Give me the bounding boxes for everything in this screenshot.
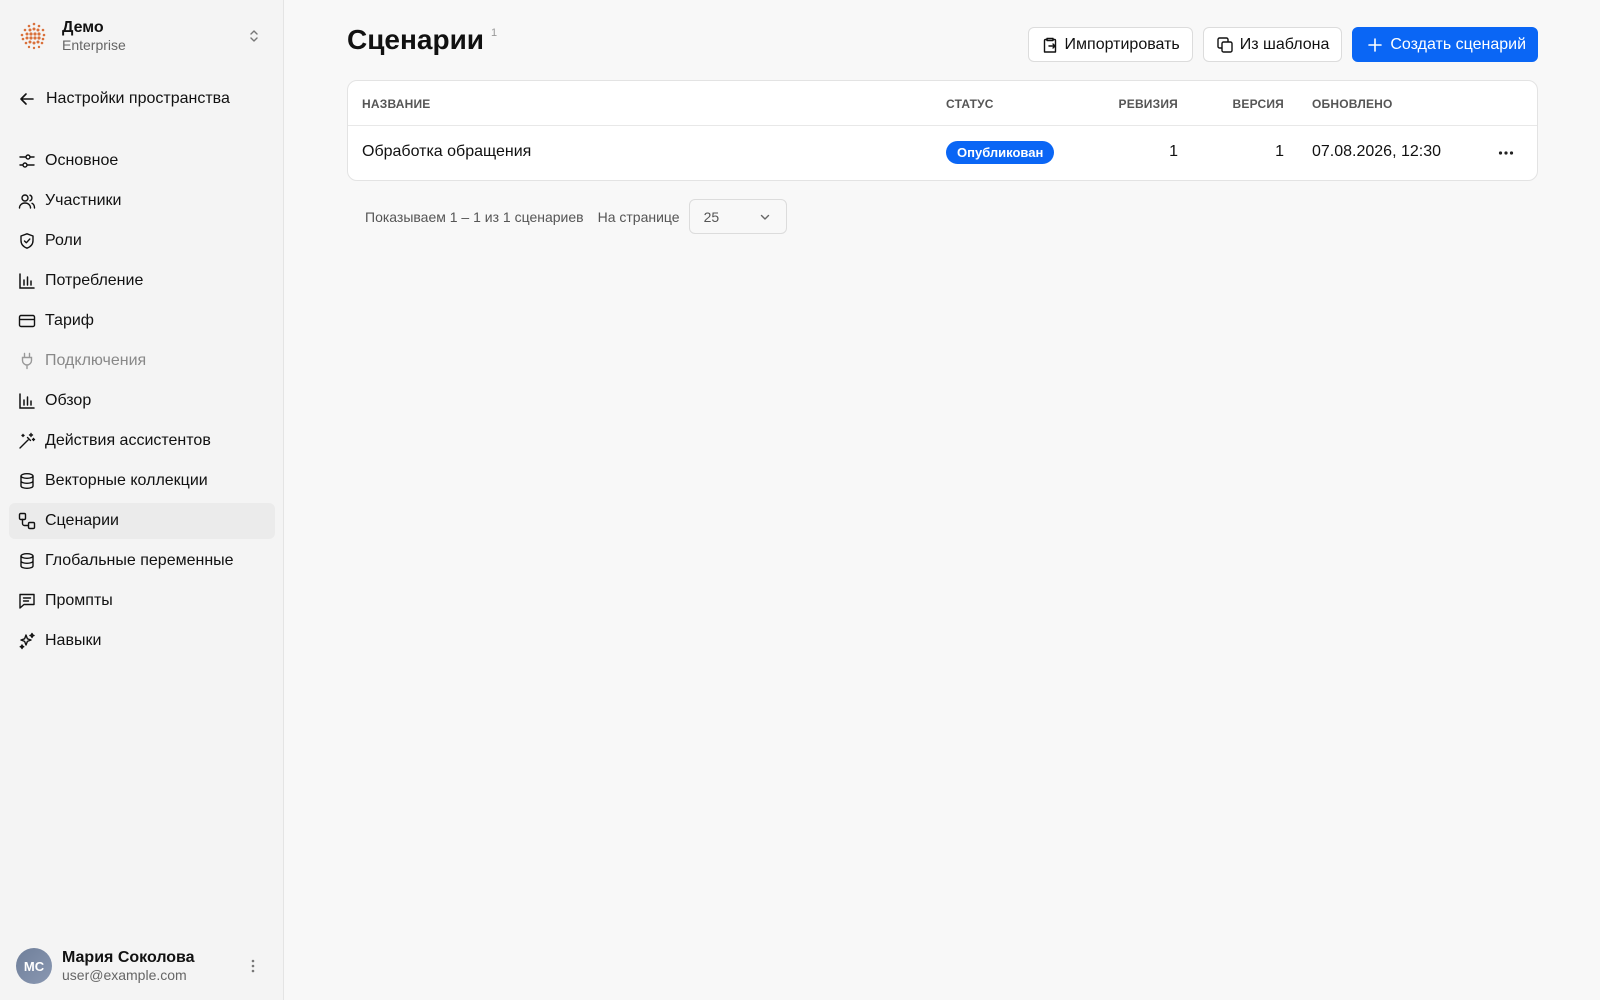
scenario-version: 1	[1275, 143, 1284, 160]
sidebar-item-prompts[interactable]: Промпты	[9, 583, 275, 619]
avatar: МС	[16, 948, 52, 984]
scenario-updated: 07.08.2026, 12:30	[1312, 143, 1442, 160]
sidebar-item-vector-collections[interactable]: Векторные коллекции	[9, 463, 275, 499]
database-icon	[20, 473, 34, 490]
sidebar-item-label: Глобальные переменные	[45, 552, 234, 569]
per-page-select[interactable]: 25	[688, 199, 787, 234]
status-badge: Опубликован	[946, 141, 1055, 164]
scenario-revision: 1	[1169, 143, 1178, 160]
users-icon	[18, 194, 36, 209]
sidebar-item-overview[interactable]: Обзор	[9, 383, 275, 419]
sparkles-icon	[19, 632, 35, 650]
user-profile[interactable]: МС Мария Соколова user@example.com	[16, 946, 268, 986]
per-page-value: 25	[703, 208, 720, 225]
from-template-button-label: Из шаблона	[1239, 35, 1330, 53]
user-name: Мария Соколова	[62, 949, 195, 966]
sidebar-item-label: Сценарии	[45, 512, 119, 529]
sidebar-item-usage[interactable]: Потребление	[9, 263, 275, 299]
chevron-up-down-icon	[250, 30, 258, 42]
sidebar-item-tariff[interactable]: Тариф	[9, 303, 275, 339]
sidebar-item-connections[interactable]: Подключения	[9, 343, 275, 379]
sidebar: Демо Enterprise Настройки пространства О…	[0, 0, 284, 1000]
scenarios-table: НАЗВАНИЕ СТАТУС РЕВИЗИЯ ВЕРСИЯ ОБНОВЛЕНО…	[347, 80, 1538, 181]
sliders-icon	[19, 154, 35, 168]
shield-icon	[20, 233, 34, 249]
sidebar-item-label: Подключения	[45, 352, 147, 369]
plug-icon	[21, 352, 33, 370]
pagination-summary: Показываем 1 – 1 из 1 сценариев	[365, 208, 584, 225]
sidebar-item-label: Роли	[45, 232, 82, 249]
table-row[interactable]: Обработка обращения Опубликован 1 1 07.0…	[348, 126, 1537, 180]
clipboard-import-icon	[1043, 37, 1056, 53]
settings-nav: Основное Участники Роли Потребление Тари…	[9, 143, 275, 663]
sidebar-item-label: Навыки	[45, 632, 102, 649]
sidebar-item-assistant-actions[interactable]: Действия ассистентов	[9, 423, 275, 459]
column-header-revision[interactable]: РЕВИЗИЯ	[1119, 97, 1178, 111]
sidebar-item-members[interactable]: Участники	[9, 183, 275, 219]
workspace-name: Демо	[62, 19, 104, 36]
sidebar-item-label: Промпты	[45, 592, 113, 609]
sidebar-item-skills[interactable]: Навыки	[9, 623, 275, 659]
back-to-workspace-settings[interactable]: Настройки пространства	[10, 82, 274, 116]
workspace-plan: Enterprise	[62, 37, 126, 53]
sidebar-item-global-variables[interactable]: Глобальные переменные	[9, 543, 275, 579]
bar-chart-icon	[19, 273, 35, 289]
more-vertical-icon[interactable]	[244, 957, 262, 975]
credit-card-icon	[18, 314, 36, 328]
create-scenario-button-label: Создать сценарий	[1390, 35, 1526, 53]
sidebar-item-label: Действия ассистентов	[45, 432, 211, 449]
arrow-left-icon	[20, 93, 34, 105]
sidebar-item-general[interactable]: Основное	[9, 143, 275, 179]
sidebar-item-label: Потребление	[45, 272, 144, 289]
column-header-version[interactable]: ВЕРСИЯ	[1233, 97, 1285, 111]
user-email: user@example.com	[62, 967, 187, 983]
per-page-label: На странице	[597, 208, 680, 225]
sidebar-item-scenarios[interactable]: Сценарии	[9, 503, 275, 539]
chevron-down-icon	[760, 214, 769, 220]
workflow-icon	[18, 512, 36, 530]
page-count-badge: 1	[491, 27, 498, 39]
column-header-status[interactable]: СТАТУС	[946, 97, 994, 111]
scenario-name[interactable]: Обработка обращения	[362, 143, 531, 161]
copy-icon	[1217, 36, 1233, 53]
magic-wand-icon	[19, 432, 36, 449]
import-button-label: Импортировать	[1064, 35, 1180, 53]
workspace-logo-icon	[16, 18, 52, 54]
column-header-updated[interactable]: ОБНОВЛЕНО	[1312, 97, 1393, 111]
sidebar-item-label: Тариф	[45, 312, 94, 329]
import-button[interactable]: Импортировать	[1027, 27, 1193, 62]
column-header-name[interactable]: НАЗВАНИЕ	[362, 97, 430, 111]
bar-chart-icon	[19, 393, 35, 409]
sidebar-item-roles[interactable]: Роли	[9, 223, 275, 259]
workspace-switcher[interactable]: Демо Enterprise	[16, 16, 268, 56]
page-actions: Импортировать Из шаблона Создать сценари…	[1027, 27, 1538, 62]
sidebar-item-label: Обзор	[45, 392, 92, 409]
page-title-text: Сценарии	[347, 24, 485, 55]
pagination: Показываем 1 – 1 из 1 сценариев На стран…	[365, 199, 787, 234]
message-icon	[19, 593, 35, 609]
plus-icon	[1368, 37, 1383, 52]
back-label: Настройки пространства	[46, 90, 230, 107]
sidebar-item-label: Основное	[45, 152, 119, 169]
from-template-button[interactable]: Из шаблона	[1202, 27, 1343, 62]
more-horizontal-icon[interactable]	[1495, 142, 1517, 164]
create-scenario-button[interactable]: Создать сценарий	[1352, 27, 1538, 62]
sidebar-item-label: Векторные коллекции	[45, 472, 208, 489]
sidebar-item-label: Участники	[45, 192, 122, 209]
database-icon	[20, 553, 34, 570]
page-title: Сценарии 1	[347, 24, 497, 56]
table-header: НАЗВАНИЕ СТАТУС РЕВИЗИЯ ВЕРСИЯ ОБНОВЛЕНО	[348, 81, 1537, 126]
